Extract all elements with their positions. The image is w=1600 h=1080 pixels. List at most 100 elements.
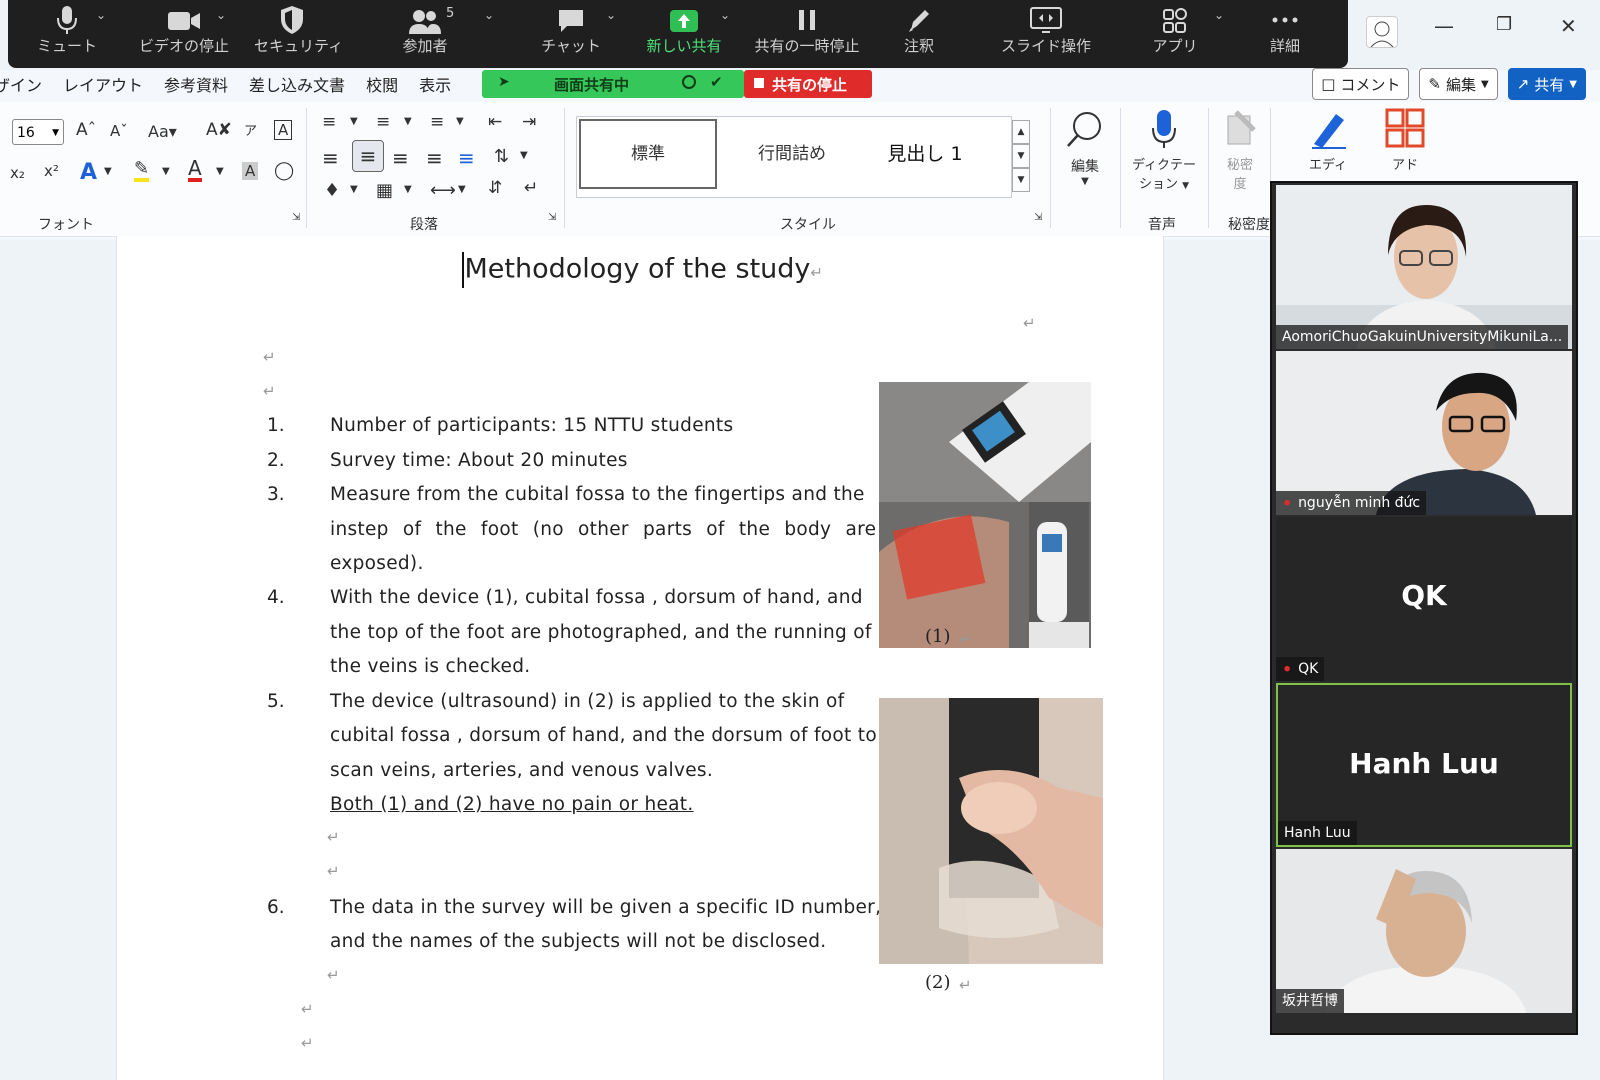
clear-format-icon[interactable]: A✘ [206, 120, 232, 140]
align-left-icon[interactable]: ≡ [322, 146, 339, 170]
styles-expand-icon[interactable]: ▼ [1012, 168, 1030, 192]
chevron-down-icon[interactable]: ▼ [456, 116, 464, 127]
change-case-icon[interactable]: Aa▾ [148, 122, 177, 141]
edit-mode-button[interactable]: ✎ 編集 ▼ [1419, 68, 1498, 100]
character-shading-icon[interactable]: A [242, 162, 259, 180]
tab-mailings[interactable]: 差し込み文書 [249, 72, 345, 100]
vein-viewer-photo[interactable] [879, 382, 1091, 648]
chevron-down-icon[interactable]: ▼ [162, 166, 170, 177]
share-button[interactable]: ↗ 共有 ▼ [1507, 68, 1586, 100]
comment-button[interactable]: □ コメント [1312, 68, 1410, 100]
align-right-icon[interactable]: ≡ [392, 146, 409, 170]
chevron-down-icon[interactable]: ⌄ [96, 8, 106, 22]
screen-sharing-banner[interactable]: ➤ 画面共有中 ✔ [482, 70, 744, 98]
grow-font-icon[interactable]: Aˆ [76, 120, 96, 140]
paragraph-mark-icon: ↵ [1023, 314, 1036, 332]
line-spacing-icon[interactable]: ⇅ [494, 146, 509, 167]
subscript-icon[interactable]: x₂ [10, 164, 25, 182]
style-normal[interactable]: 標準 [579, 119, 717, 189]
editing-button[interactable]: 編集 ▼ [1058, 108, 1112, 187]
chevron-down-icon[interactable]: ▼ [404, 184, 412, 195]
mute-button[interactable]: ミュート [34, 4, 100, 64]
participants-icon [409, 10, 441, 34]
paragraph-mark-icon: ↵ [810, 263, 823, 282]
shading-icon[interactable]: ♦ [324, 180, 340, 201]
show-marks-icon[interactable]: ↵ [524, 178, 538, 198]
chevron-down-icon[interactable]: ⌄ [216, 8, 226, 22]
styles-scroll-down-icon[interactable]: ▼ [1012, 144, 1030, 168]
dictate-button[interactable]: ディクテー ション ▼ [1126, 108, 1202, 192]
chat-button[interactable]: チャット [538, 4, 604, 64]
more-button[interactable]: 詳細 [1252, 4, 1318, 64]
style-heading-1[interactable]: 見出し 1 [865, 119, 985, 189]
document-page[interactable]: Methodology of the study↵ ↵ ↵ ↵ 1. Numbe… [116, 236, 1164, 1080]
highlight-icon[interactable]: ✎ [134, 160, 150, 182]
new-share-button[interactable]: 新しい共有 [644, 4, 724, 64]
editor-button[interactable]: エディ [1300, 108, 1356, 173]
font-size-select[interactable]: 16 ▼ [12, 119, 64, 145]
user-avatar[interactable] [1366, 16, 1398, 48]
sensitivity-button[interactable]: 秘密 度 [1214, 108, 1266, 192]
tab-layout[interactable]: レイアウト [63, 72, 143, 100]
slide-control-button[interactable]: スライド操作 [996, 4, 1096, 64]
increase-indent-icon[interactable]: ⇥ [522, 112, 536, 132]
justify-icon[interactable]: ≡ [426, 146, 443, 170]
chevron-down-icon[interactable]: ▼ [216, 166, 224, 177]
share-icon [670, 10, 698, 32]
chevron-down-icon[interactable]: ▼ [350, 116, 358, 127]
participant-tile[interactable]: ⚫ nguyễn minh đức [1276, 351, 1572, 515]
superscript-icon[interactable]: x² [44, 162, 59, 180]
tab-references[interactable]: 参考資料 [164, 72, 228, 100]
shrink-font-icon[interactable]: Aˇ [110, 122, 128, 140]
participant-tile[interactable]: QK ⚫ QK [1276, 517, 1572, 681]
borders-icon[interactable]: ▦ [376, 180, 393, 201]
video-icon [168, 12, 200, 30]
chevron-down-icon[interactable]: ▼ [520, 150, 528, 161]
security-button[interactable]: セキュリティ [254, 4, 343, 64]
chevron-down-icon[interactable]: ▼ [350, 184, 358, 195]
restore-icon[interactable]: ❐ [1496, 14, 1512, 35]
bullets-icon[interactable]: ≡ [322, 112, 336, 132]
chevron-down-icon[interactable]: ▼ [104, 166, 112, 177]
chevron-down-icon[interactable]: ⌄ [1214, 8, 1224, 22]
ultrasound-image [879, 698, 1103, 964]
chevron-down-icon[interactable]: ⌄ [606, 8, 616, 22]
annotate-button[interactable]: 注釈 [886, 4, 952, 64]
font-color-icon[interactable]: A [188, 158, 202, 182]
participant-tile[interactable]: AomoriChuoGakuinUniversityMikuniLa... [1276, 185, 1572, 349]
dialog-launcher-icon[interactable]: ⇲ [292, 212, 300, 223]
text-effects-icon[interactable]: A [80, 160, 97, 185]
addins-button[interactable]: アド [1380, 108, 1430, 173]
multilevel-list-icon[interactable]: ≡ [430, 112, 444, 132]
mute-label: ミュート [36, 37, 97, 55]
numbering-icon[interactable]: ≡ [376, 112, 390, 132]
ultrasound-photo[interactable] [879, 698, 1103, 964]
style-no-spacing[interactable]: 行間詰め [727, 119, 857, 189]
chevron-down-icon[interactable]: ▼ [458, 184, 466, 195]
dialog-launcher-icon[interactable]: ⇲ [1034, 212, 1042, 223]
chevron-down-icon[interactable]: ⌄ [484, 8, 494, 22]
stop-share-button[interactable]: 共有の停止 [744, 70, 872, 98]
dialog-launcher-icon[interactable]: ⇲ [548, 212, 556, 223]
slide-control-icon [1030, 7, 1062, 33]
styles-scroll-up-icon[interactable]: ▲ [1012, 120, 1030, 144]
align-center-icon[interactable]: ≡ [352, 140, 384, 172]
chevron-down-icon[interactable]: ⌄ [720, 8, 730, 22]
close-icon[interactable]: ✕ [1560, 14, 1577, 38]
apps-button[interactable]: アプリ [1142, 4, 1208, 64]
phonetic-guide-icon[interactable]: ア [244, 120, 257, 139]
chevron-down-icon[interactable]: ▼ [404, 116, 412, 127]
character-border-icon[interactable]: A [274, 120, 293, 140]
participant-tile-active[interactable]: Hanh Luu Hanh Luu [1276, 683, 1572, 847]
pause-share-button[interactable]: 共有の一時停止 [742, 4, 872, 64]
minimize-icon[interactable]: — [1434, 14, 1454, 38]
decrease-indent-icon[interactable]: ⇤ [488, 112, 502, 132]
enclose-characters-icon[interactable]: ◯ [274, 160, 294, 181]
sort-icon[interactable]: ⇵ [488, 178, 502, 198]
distributed-icon[interactable]: ≡ [458, 146, 475, 170]
tab-design[interactable]: ザイン [0, 72, 42, 100]
asian-layout-icon[interactable]: ⟷ [430, 180, 456, 201]
participant-tile[interactable]: 坂井哲博 [1276, 849, 1572, 1013]
tab-view[interactable]: 表示 [419, 72, 451, 100]
tab-review[interactable]: 校閲 [366, 72, 398, 100]
